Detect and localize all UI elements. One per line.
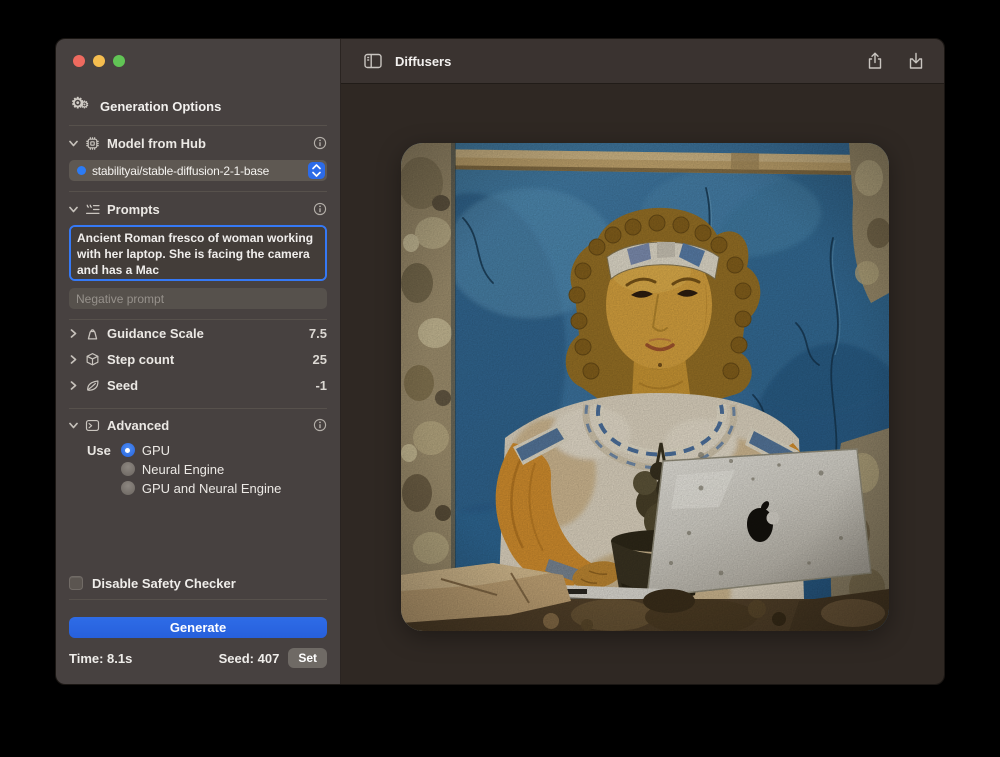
model-select[interactable]: stabilityai/stable-diffusion-2-1-base: [69, 160, 327, 181]
prompts-section-header[interactable]: Prompts: [69, 200, 327, 218]
gears-icon: ⚙⚙: [71, 97, 91, 115]
radio-unselected-icon: [121, 462, 135, 476]
sidebar-header: ⚙⚙ Generation Options: [71, 97, 327, 115]
chevron-right-icon: [69, 381, 78, 390]
use-label: Use: [87, 443, 111, 458]
divider: [69, 125, 327, 126]
main-pane: Diffusers: [341, 39, 944, 684]
share-icon[interactable]: [865, 51, 885, 71]
model-section-label: Model from Hub: [107, 136, 206, 151]
step-count-row[interactable]: Step count 25: [69, 346, 327, 372]
cube-icon: [85, 352, 100, 367]
app-window: ⚙⚙ Generation Options Model from Hub: [55, 38, 945, 685]
window-title: Diffusers: [395, 54, 451, 69]
generated-image[interactable]: [401, 143, 889, 631]
seed-value: -1: [315, 378, 327, 393]
info-icon[interactable]: [313, 136, 327, 150]
chevron-down-icon: [69, 139, 78, 148]
info-icon[interactable]: [313, 202, 327, 216]
model-status-dot: [77, 166, 86, 175]
seed-row[interactable]: Seed -1: [69, 372, 327, 398]
guidance-scale-label: Guidance Scale: [107, 326, 204, 341]
save-image-icon[interactable]: [906, 51, 926, 71]
divider: [69, 191, 327, 192]
chevron-right-icon: [69, 355, 78, 364]
negative-prompt-input[interactable]: [69, 288, 327, 309]
zoom-button[interactable]: [113, 55, 125, 67]
sidebar: ⚙⚙ Generation Options Model from Hub: [56, 39, 341, 684]
radio-gpu-and-neural-engine[interactable]: GPU and Neural Engine: [121, 481, 281, 495]
leaf-icon: [85, 378, 100, 393]
cpu-icon: [85, 136, 100, 151]
fresco-illustration: [401, 143, 889, 631]
sidebar-title: Generation Options: [100, 99, 221, 114]
minimize-button[interactable]: [93, 55, 105, 67]
info-icon[interactable]: [313, 418, 327, 432]
generation-time: Time: 8.1s: [69, 651, 132, 666]
safety-label: Disable Safety Checker: [92, 576, 236, 591]
terminal-icon: [85, 418, 100, 433]
radio-unselected-icon: [121, 481, 135, 495]
compute-unit-group: Use GPU Neural Engine GPU and Neural Eng…: [87, 443, 327, 495]
step-count-value: 25: [313, 352, 327, 367]
scale-mass-icon: [85, 326, 100, 341]
titlebar: Diffusers: [341, 39, 944, 84]
radio-gpu[interactable]: GPU: [121, 443, 281, 457]
status-bar: Time: 8.1s Seed: 407 Set: [69, 648, 327, 668]
guidance-scale-row[interactable]: Guidance Scale 7.5: [69, 320, 327, 346]
toggle-sidebar-icon[interactable]: [363, 51, 383, 71]
prompt-input[interactable]: Ancient Roman fresco of woman working wi…: [69, 225, 327, 281]
prompts-section-label: Prompts: [107, 202, 160, 217]
advanced-section-header[interactable]: Advanced: [69, 416, 327, 434]
chevron-right-icon: [69, 329, 78, 338]
safety-checker-row[interactable]: Disable Safety Checker: [69, 574, 327, 592]
radio-neural-engine[interactable]: Neural Engine: [121, 462, 281, 476]
radio-selected-icon: [121, 443, 135, 457]
divider: [69, 408, 327, 409]
text-quote-icon: [85, 202, 100, 217]
chevron-down-icon: [69, 421, 78, 430]
divider: [69, 599, 327, 600]
set-seed-button[interactable]: Set: [288, 648, 327, 668]
seed-label: Seed: [107, 378, 138, 393]
advanced-section-label: Advanced: [107, 418, 169, 433]
model-section-header[interactable]: Model from Hub: [69, 134, 327, 152]
chevron-down-icon: [69, 205, 78, 214]
canvas-area: [341, 84, 944, 684]
step-count-label: Step count: [107, 352, 174, 367]
model-select-value: stabilityai/stable-diffusion-2-1-base: [92, 164, 308, 178]
result-seed: Seed: 407: [219, 651, 280, 666]
popup-stepper-icon: [308, 162, 325, 179]
generate-button[interactable]: Generate: [69, 617, 327, 638]
traffic-lights: [73, 55, 327, 67]
close-button[interactable]: [73, 55, 85, 67]
safety-checkbox[interactable]: [69, 576, 83, 590]
guidance-scale-value: 7.5: [309, 326, 327, 341]
